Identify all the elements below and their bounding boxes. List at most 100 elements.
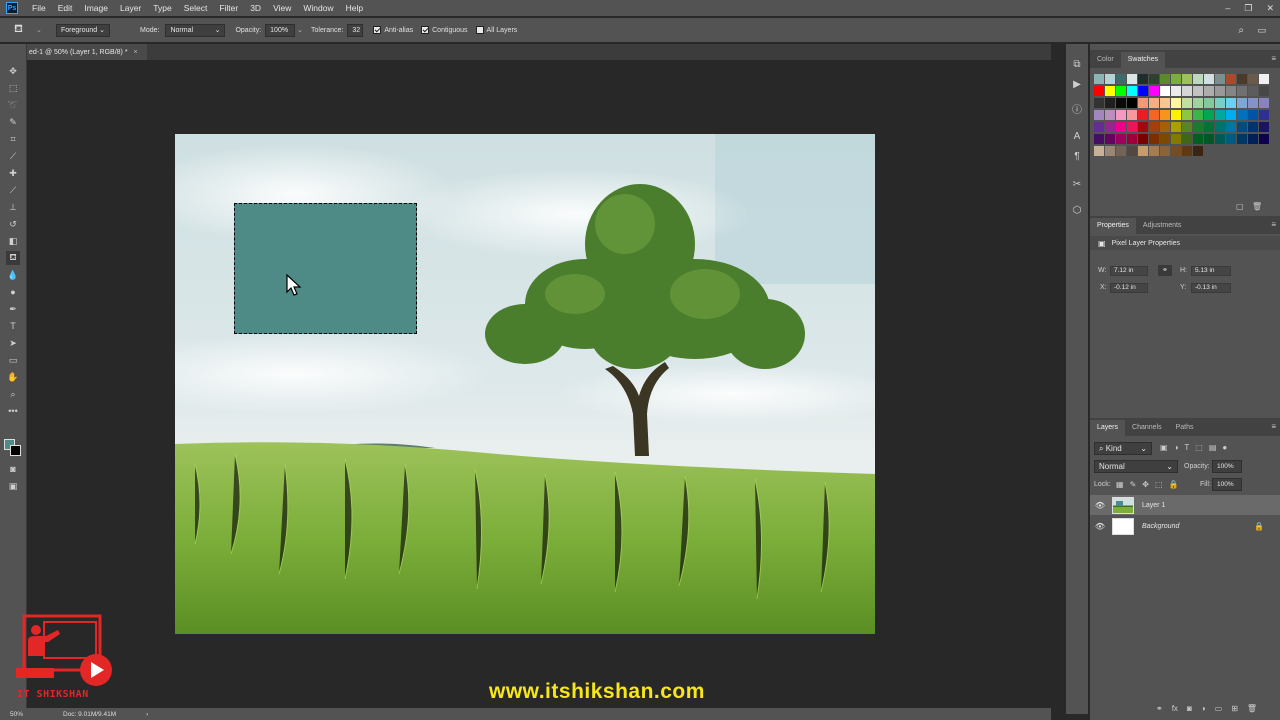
minimize-icon[interactable]: – — [1225, 3, 1230, 13]
color-swatch[interactable] — [1094, 86, 1104, 96]
color-swatch[interactable] — [1116, 98, 1126, 108]
type-tool-icon[interactable]: T — [6, 319, 20, 333]
document-tab[interactable]: ed-1 @ 50% (Layer 1, RGB/8) * × — [27, 44, 147, 60]
menu-edit[interactable]: Edit — [52, 0, 79, 16]
color-swatch[interactable] — [1193, 122, 1203, 132]
color-swatch[interactable] — [1248, 134, 1258, 144]
color-swatch[interactable] — [1160, 146, 1170, 156]
color-swatch[interactable] — [1105, 110, 1115, 120]
width-field[interactable]: 7.12 in — [1110, 266, 1148, 276]
color-swatch[interactable] — [1149, 134, 1159, 144]
color-swatch[interactable] — [1226, 110, 1236, 120]
color-swatch[interactable] — [1248, 122, 1258, 132]
layer-row-layer-1[interactable]: 👁 Layer 1 — [1090, 495, 1280, 515]
delete-layer-icon[interactable]: 🗑 — [1247, 704, 1257, 713]
menu-view[interactable]: View — [267, 0, 297, 16]
color-swatch[interactable] — [1237, 122, 1247, 132]
color-swatch[interactable] — [1149, 98, 1159, 108]
panel-menu-icon[interactable]: ≡ — [1271, 54, 1276, 63]
color-swatch[interactable] — [1105, 146, 1115, 156]
color-swatch[interactable] — [1248, 86, 1258, 96]
menu-layer[interactable]: Layer — [114, 0, 147, 16]
move-tool-icon[interactable]: ✥ — [6, 64, 20, 78]
blend-mode-select[interactable]: Normal ⌄ — [1094, 460, 1178, 473]
search-icon[interactable]: ⌕ — [1238, 25, 1244, 36]
contiguous-checkbox[interactable]: Contiguous — [421, 26, 468, 34]
color-swatch[interactable] — [1149, 74, 1159, 84]
color-swatch[interactable] — [1138, 146, 1148, 156]
color-swatch[interactable] — [1248, 74, 1258, 84]
color-swatch[interactable] — [1171, 134, 1181, 144]
color-swatch[interactable] — [1127, 134, 1137, 144]
color-swatch[interactable] — [1226, 74, 1236, 84]
hand-tool-icon[interactable]: ✋ — [6, 370, 20, 384]
history-brush-tool-icon[interactable]: ↺ — [6, 217, 20, 231]
color-swatch[interactable] — [1160, 110, 1170, 120]
color-swatch[interactable] — [1160, 122, 1170, 132]
actions-play-icon[interactable]: ▶ — [1070, 78, 1084, 92]
color-swatch[interactable] — [1116, 74, 1126, 84]
layer-name[interactable]: Background — [1142, 523, 1179, 530]
menu-type[interactable]: Type — [147, 0, 177, 16]
color-swatch[interactable] — [1193, 86, 1203, 96]
tolerance-input[interactable]: 32 — [347, 23, 364, 37]
eyedropper-tool-icon[interactable]: ⟋ — [6, 149, 20, 163]
color-swatch[interactable] — [1226, 122, 1236, 132]
fill-input[interactable]: 100% — [1212, 478, 1242, 491]
color-swatch[interactable] — [1160, 98, 1170, 108]
color-swatch[interactable] — [1127, 98, 1137, 108]
color-swatch[interactable] — [1094, 98, 1104, 108]
color-swatch[interactable] — [1105, 122, 1115, 132]
mode-select[interactable]: Normal ⌄ — [165, 23, 226, 37]
color-swatch[interactable] — [1160, 86, 1170, 96]
color-swatch[interactable] — [1171, 74, 1181, 84]
opacity-dropdown-icon[interactable]: ⌄ — [297, 26, 303, 34]
color-swatch[interactable] — [1193, 74, 1203, 84]
paragraph-icon[interactable]: ¶ — [1070, 150, 1084, 164]
color-swatch[interactable] — [1204, 122, 1214, 132]
opacity-input[interactable]: 100% — [265, 23, 296, 37]
brush-tool-icon[interactable]: ⟋ — [6, 183, 20, 197]
color-swatch[interactable] — [1116, 86, 1126, 96]
color-swatch[interactable] — [1116, 134, 1126, 144]
3d-icon[interactable]: ⬡ — [1070, 204, 1084, 218]
color-swatch[interactable] — [1237, 134, 1247, 144]
color-swatch[interactable] — [1226, 134, 1236, 144]
menu-3d[interactable]: 3D — [244, 0, 267, 16]
lock-position-icon[interactable]: ✥ — [1142, 480, 1149, 489]
color-swatch[interactable] — [1127, 110, 1137, 120]
layer-row-background[interactable]: 👁 Background 🔒 — [1090, 516, 1280, 536]
add-mask-icon[interactable]: ◙ — [1187, 704, 1192, 713]
height-field[interactable]: 5.13 in — [1191, 266, 1231, 276]
tab-adjustments[interactable]: Adjustments — [1136, 218, 1189, 234]
quick-mask-icon[interactable]: ◙ — [6, 462, 20, 476]
color-swatch[interactable] — [1193, 134, 1203, 144]
color-swatch[interactable] — [1160, 134, 1170, 144]
color-swatch[interactable] — [1105, 134, 1115, 144]
color-swatch[interactable] — [1127, 74, 1137, 84]
color-swatch[interactable] — [1259, 134, 1269, 144]
color-swatch[interactable] — [1193, 146, 1203, 156]
color-swatch[interactable] — [1215, 122, 1225, 132]
color-swatch[interactable] — [1182, 98, 1192, 108]
color-swatch[interactable] — [1259, 122, 1269, 132]
color-swatch[interactable] — [1193, 110, 1203, 120]
filter-adjustment-icon[interactable]: ◑ — [1174, 443, 1179, 452]
link-layers-icon[interactable]: ⚭ — [1156, 704, 1163, 713]
color-swatch[interactable] — [1127, 86, 1137, 96]
color-swatch[interactable] — [1204, 134, 1214, 144]
layer-style-icon[interactable]: fx — [1172, 704, 1178, 713]
status-menu-arrow-icon[interactable]: › — [146, 711, 148, 718]
lock-all-icon[interactable]: 🔒 — [1169, 480, 1179, 489]
lasso-tool-icon[interactable]: ➰ — [6, 98, 20, 112]
workspace-icon[interactable]: ▭ — [1257, 25, 1266, 36]
info-icon[interactable]: ⓘ — [1070, 104, 1084, 118]
color-swatch[interactable] — [1138, 74, 1148, 84]
color-swatch[interactable] — [1259, 110, 1269, 120]
layer-filter-kind-select[interactable]: ⌕ Kind ⌄ — [1094, 442, 1152, 455]
color-swatch[interactable] — [1171, 110, 1181, 120]
tab-channels[interactable]: Channels — [1125, 420, 1169, 436]
color-swatch[interactable] — [1215, 98, 1225, 108]
color-swatch[interactable] — [1127, 146, 1137, 156]
color-swatch[interactable] — [1259, 86, 1269, 96]
